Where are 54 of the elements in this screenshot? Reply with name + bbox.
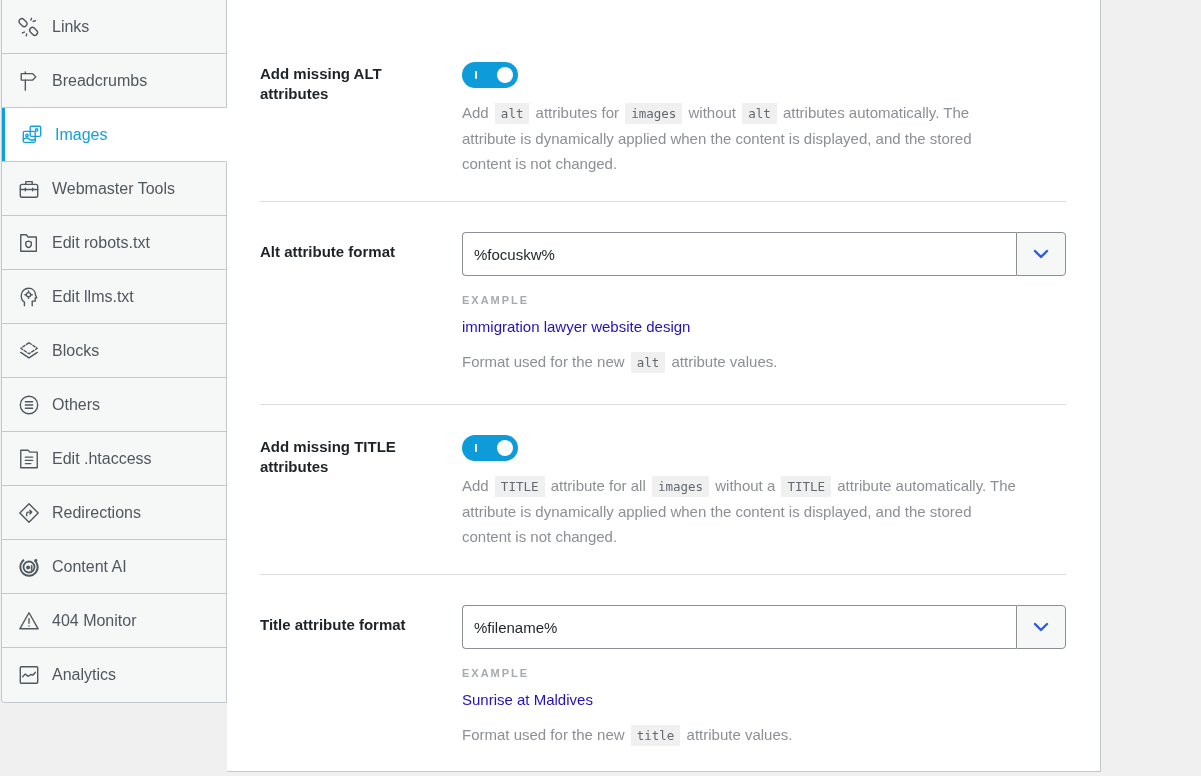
example-label: EXAMPLE (462, 294, 530, 307)
sidebar-item[interactable]: Blocks (2, 324, 227, 378)
setting-label: Add missing ALT attributes (260, 64, 383, 104)
sidebar-item[interactable]: Redirections (2, 486, 227, 540)
head-gear-icon (18, 285, 40, 308)
sidebar-item[interactable]: Content AI (2, 540, 227, 594)
setting-description: Add alt attributes for images without alt attributes automatically. The attribute is dynamically applied when the content is displayed, and the stored content is not changed. (462, 102, 973, 174)
setting-description: Add TITLE attribute for all images without a TITLE attribute automatically. The attribute is dynamically applied when the content is displayed, and the stored content is not changed. (462, 475, 1017, 547)
sidebar-item[interactable]: Others (2, 378, 227, 432)
dropdown-button[interactable] (1016, 232, 1066, 276)
setting-label: Add missing TITLE attributes (260, 437, 397, 477)
chevron-down-icon (1033, 249, 1049, 259)
sidebar-item-label: 404 Monitor (52, 611, 137, 630)
document-lines-icon (18, 447, 40, 470)
example-text: Sunrise at Maldives (462, 690, 593, 710)
sidebar-item-label: Content AI (52, 557, 127, 576)
warning-icon (18, 609, 40, 632)
sidebar-item[interactable]: Webmaster Tools (2, 162, 227, 216)
sidebar-item-label: Links (52, 17, 90, 36)
sidebar-item-label: Edit .htaccess (52, 449, 152, 468)
diamond-arrow-icon (18, 501, 40, 524)
example-text: immigration lawyer website design (462, 317, 691, 337)
format-field[interactable]: %focuskw% (462, 232, 1016, 276)
sidebar-item[interactable]: Links (2, 0, 227, 54)
setting-label: Title attribute format (260, 615, 407, 635)
sidebar-item-label: Edit llms.txt (52, 287, 134, 306)
dropdown-button[interactable] (1016, 605, 1066, 649)
sidebar-item-label: Analytics (52, 666, 117, 684)
setting-note: Format used for the new alt attribute values. (462, 349, 778, 375)
sidebar-item-label: Redirections (52, 503, 141, 522)
folder-shield-icon (18, 231, 40, 254)
sidebar-item-label: Edit robots.txt (52, 233, 150, 252)
sidebar-item-label: Blocks (52, 341, 100, 360)
line-chart-icon (18, 664, 40, 686)
sidebar-item[interactable]: Edit .htaccess (2, 432, 227, 486)
images-icon (21, 123, 43, 146)
sidebar-item[interactable]: Edit llms.txt (2, 270, 227, 324)
sidebar-item-label: Webmaster Tools (52, 179, 175, 198)
sidebar-item-label: Images (55, 125, 108, 144)
sidebar-item-label: Breadcrumbs (52, 71, 148, 90)
link-broken-icon (18, 15, 40, 38)
sidebar-item[interactable]: 404 Monitor (2, 594, 227, 648)
setting-note: Format used for the new title attribute values. (462, 722, 793, 748)
toggle-switch[interactable] (462, 435, 518, 461)
example-label: EXAMPLE (462, 667, 530, 680)
format-field[interactable]: %filename% (462, 605, 1016, 649)
setting-label: Alt attribute format (260, 242, 396, 262)
list-circle-icon (18, 393, 40, 416)
sidebar-item[interactable]: Breadcrumbs (2, 54, 227, 108)
toggle-switch[interactable] (462, 62, 518, 88)
chevron-down-icon (1033, 622, 1049, 632)
sidebar-item-label: Others (52, 395, 100, 414)
sidebar-item[interactable]: Analytics (2, 648, 227, 702)
sidebar-item[interactable]: Edit robots.txt (2, 216, 227, 270)
